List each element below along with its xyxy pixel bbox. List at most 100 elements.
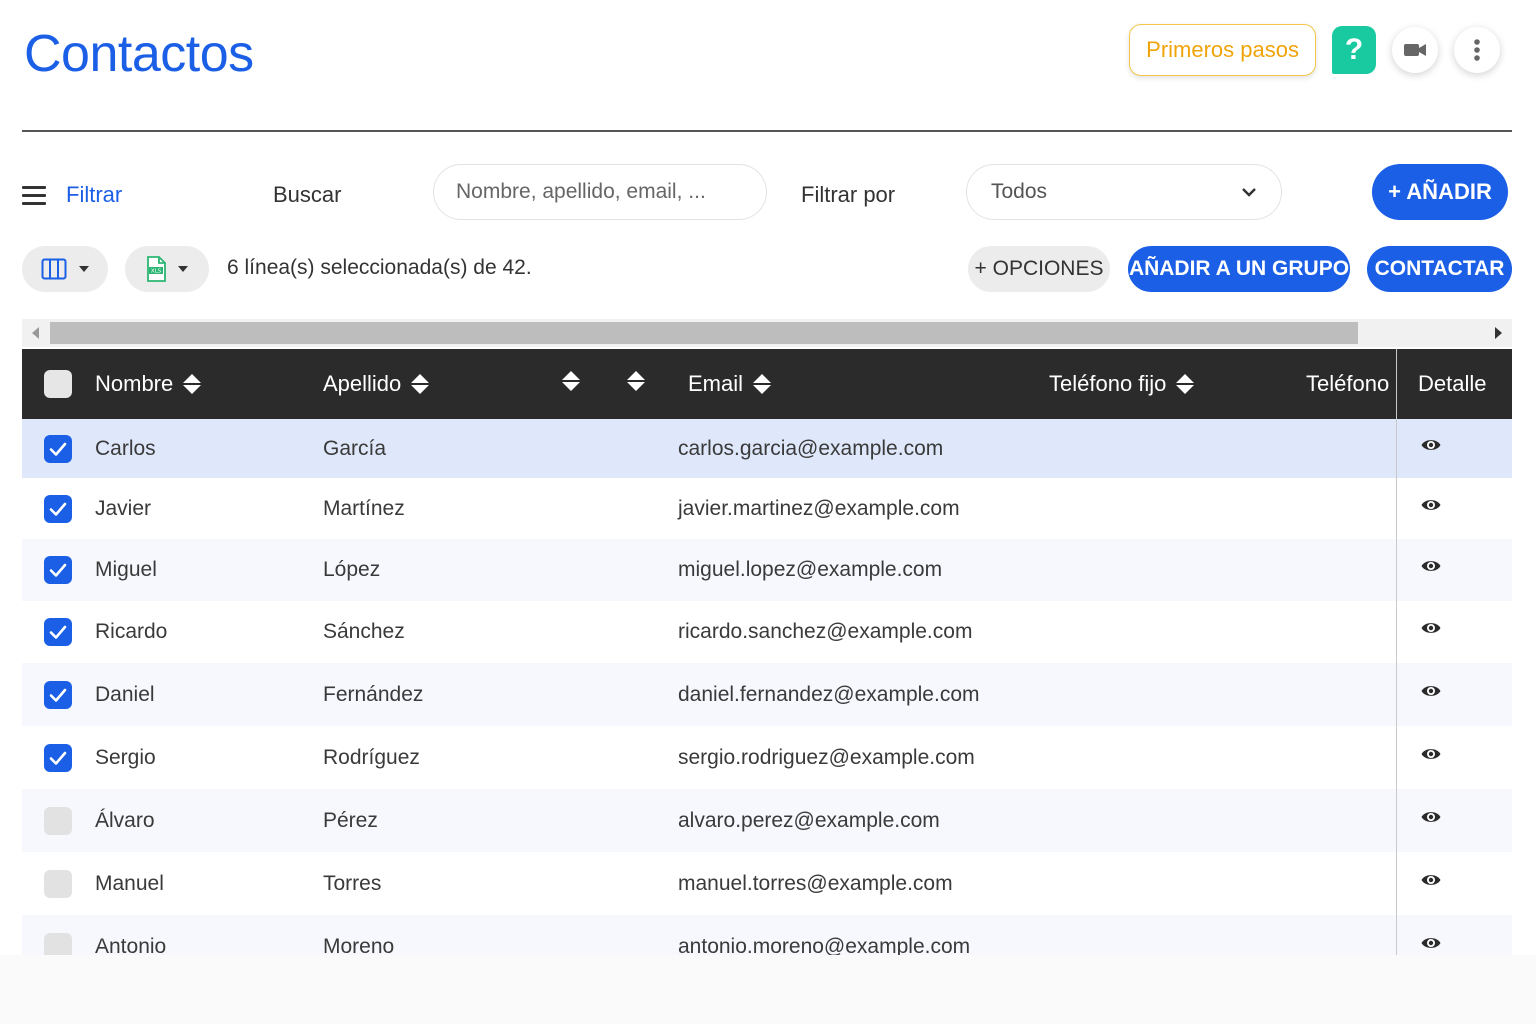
cell-last-name: Torres [323,872,382,895]
sort-icon[interactable] [411,374,430,394]
filter-link[interactable]: Filtrar [66,182,122,208]
video-button[interactable] [1392,27,1438,73]
check-icon [49,625,67,639]
cell-email: antonio.moreno@example.com [678,935,971,955]
column-header-email[interactable]: Email [688,371,772,397]
cell-first-name: Javier [95,497,152,520]
column-header-unnamed-1[interactable] [562,371,580,391]
table-row[interactable]: Álvaro Pérez alvaro.perez@example.com [22,789,1512,852]
eye-icon[interactable] [1420,743,1442,765]
first-steps-button[interactable]: Primeros pasos [1129,24,1316,76]
eye-icon[interactable] [1420,806,1442,828]
search-input[interactable] [433,164,767,220]
table-row[interactable]: Sergio Rodríguez sergio.rodriguez@example.… [22,726,1512,789]
column-label: Nombre [95,371,174,396]
row-checkbox[interactable] [44,870,72,898]
cell-first-name: Álvaro [95,809,155,832]
scrollbar-thumb[interactable] [50,322,1358,344]
row-checkbox[interactable] [44,495,72,523]
cell-last-name: Moreno [323,935,395,955]
check-icon [49,688,67,702]
more-options-button[interactable] [1454,27,1500,73]
check-icon [49,563,67,577]
cell-email: alvaro.perez@example.com [678,809,940,832]
row-checkbox[interactable] [44,681,72,709]
cell-email: manuel.torres@example.com [678,872,953,895]
xls-file-icon: XLS [147,256,166,282]
table-row[interactable]: Antonio Moreno antonio.moreno@example.com [22,915,1512,955]
table-row[interactable]: Daniel Fernández daniel.fernandez@example.… [22,663,1512,726]
eye-icon[interactable] [1420,617,1442,639]
cell-last-name: López [323,558,381,581]
table-row[interactable]: Manuel Torres manuel.torres@example.com [22,852,1512,915]
cell-email: carlos.garcia@example.com [678,437,944,460]
table-header: Nombre Apellido Email Teléfono fijo Telé… [22,349,1512,419]
scroll-right-arrow[interactable] [1495,327,1502,339]
cell-email: javier.martinez@example.com [678,497,960,520]
column-label: Email [688,371,744,396]
cell-email: miguel.lopez@example.com [678,558,943,581]
eye-icon[interactable] [1420,680,1442,702]
row-checkbox[interactable] [44,618,72,646]
cell-last-name: García [323,437,387,460]
add-button[interactable]: + AÑADIR [1372,164,1508,220]
check-icon [49,751,67,765]
column-header-landline[interactable]: Teléfono fijo [1049,371,1195,397]
sort-icon[interactable] [562,371,580,391]
eye-icon[interactable] [1420,494,1442,516]
chevron-down-icon [79,266,89,272]
columns-icon [41,258,67,280]
sort-icon[interactable] [753,374,772,394]
sort-icon[interactable] [627,371,645,391]
column-header-detail: Detalle [1397,349,1512,419]
contact-button[interactable]: CONTACTAR [1367,246,1512,292]
horizontal-scrollbar[interactable] [22,319,1512,347]
filter-by-select[interactable]: Todos [966,164,1282,220]
add-to-group-button[interactable]: AÑADIR A UN GRUPO [1128,246,1350,292]
page-footer-area [0,955,1536,1024]
cell-last-name: Rodríguez [323,746,420,769]
check-icon [49,442,67,456]
columns-dropdown[interactable] [22,246,108,292]
cell-first-name: Antonio [95,935,167,955]
filter-by-value: Todos [991,180,1048,203]
row-checkbox[interactable] [44,744,72,772]
cell-last-name: Pérez [323,809,378,832]
cell-first-name: Daniel [95,683,155,706]
cell-first-name: Carlos [95,437,156,460]
help-button[interactable]: ? [1332,26,1376,74]
cell-first-name: Manuel [95,872,164,895]
sort-icon[interactable] [1176,374,1195,394]
sort-icon[interactable] [183,374,202,394]
cell-first-name: Ricardo [95,620,168,643]
row-checkbox[interactable] [44,807,72,835]
cell-last-name: Martínez [323,497,405,520]
scroll-left-arrow[interactable] [32,327,39,339]
eye-icon[interactable] [1420,434,1442,456]
cell-email: daniel.fernandez@example.com [678,683,980,706]
options-button[interactable]: + OPCIONES [968,246,1110,292]
table-row[interactable]: Ricardo Sánchez ricardo.sanchez@example.co… [22,601,1512,663]
table-row[interactable]: Carlos García carlos.garcia@example.com [22,419,1512,478]
column-header-first-name[interactable]: Nombre [95,371,202,397]
table-row[interactable]: Miguel López miguel.lopez@example.com [22,539,1512,601]
column-header-last-name[interactable]: Apellido [323,371,430,397]
row-checkbox[interactable] [44,933,72,955]
column-label: Teléfono fijo [1049,371,1167,396]
cell-first-name: Sergio [95,746,156,769]
filter-by-label: Filtrar por [801,182,896,207]
cell-email: ricardo.sanchez@example.com [678,620,973,643]
cell-last-name: Sánchez [323,620,405,643]
table-row[interactable]: Javier Martínez javier.martinez@example.co… [22,478,1512,539]
more-vertical-icon [1474,39,1480,61]
row-checkbox[interactable] [44,556,72,584]
chevron-down-icon [1242,188,1256,197]
column-header-unnamed-2[interactable] [627,371,645,391]
export-dropdown[interactable]: XLS [125,246,209,292]
row-checkbox[interactable] [44,435,72,463]
select-all-checkbox[interactable] [44,370,72,398]
menu-icon[interactable] [22,186,46,206]
eye-icon[interactable] [1420,869,1442,891]
eye-icon[interactable] [1420,555,1442,577]
eye-icon[interactable] [1420,932,1442,954]
